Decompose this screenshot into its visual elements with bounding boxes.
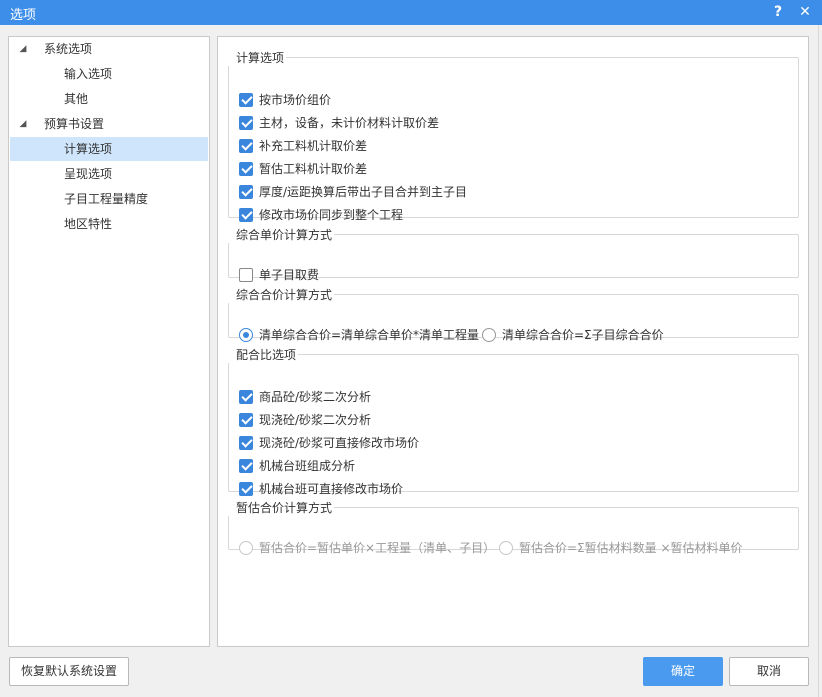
radio-label-list-times-qty[interactable]: 清单综合合价=清单综合单价*清单工程量 (259, 325, 479, 345)
tree-item-label: 计算选项 (64, 142, 113, 156)
radio-label-sum-subitems[interactable]: 清单综合合价=Σ子目综合合价 (502, 325, 664, 345)
tree-item-label: 输入选项 (64, 67, 113, 81)
settings-panel: 计算选项 按市场价组价 主材，设备，未计价材料计取价差 补充工料机计取价差 暂估… (217, 36, 809, 647)
checkbox-label: 暂估工料机计取价差 (259, 162, 368, 176)
restore-defaults-button[interactable]: 恢复默认系统设置 (9, 657, 129, 686)
checkbox-label: 按市场价组价 (259, 93, 332, 107)
checkbox-checked-icon[interactable] (239, 436, 253, 450)
calc-options-group: 计算选项 按市场价组价 主材，设备，未计价材料计取价差 补充工料机计取价差 暂估… (228, 49, 799, 222)
checkbox-checked-icon[interactable] (239, 93, 253, 107)
group-title: 计算选项 (236, 51, 285, 65)
provisional-price-group: 暂估合价计算方式 暂估合价=暂估单价×工程量（清单、子目） 暂估合价=Σ暂估材料… (228, 499, 799, 555)
checkbox-label: 现浇砼/砂浆可直接修改市场价 (259, 436, 420, 450)
mix-ratio-group: 配合比选项 商品砼/砂浆二次分析 现浇砼/砂浆二次分析 现浇砼/砂浆可直接修改市… (228, 346, 799, 496)
tree-item-system-options[interactable]: ◢ 系统选项 (10, 37, 208, 61)
checkbox-checked-icon[interactable] (239, 139, 253, 153)
checkbox-label: 单子目取费 (259, 268, 320, 282)
checkbox-label: 现浇砼/砂浆二次分析 (259, 413, 372, 427)
close-button[interactable]: ✕ (795, 2, 815, 22)
tree-item-input-options[interactable]: 输入选项 (10, 62, 208, 86)
checkbox-checked-icon[interactable] (239, 459, 253, 473)
checkbox-checked-icon[interactable] (239, 482, 253, 496)
checkbox-checked-icon[interactable] (239, 390, 253, 404)
help-button[interactable]: ? (768, 2, 788, 22)
provisional-radio-group: 暂估合价=暂估单价×工程量（清单、子目） 暂估合价=Σ暂估材料数量 ×暂估材料单… (239, 538, 799, 558)
radio-selected-icon[interactable] (239, 328, 253, 342)
tree-item-label: 系统选项 (44, 42, 93, 56)
group-title: 暂估合价计算方式 (236, 501, 333, 515)
options-tree: ◢ 系统选项 输入选项 其他 ◢ 预算书设置 计算选项 呈现选项 子目工程量精度… (8, 36, 210, 647)
unit-price-group: 综合单价计算方式 单子目取费 (228, 226, 799, 282)
ok-button[interactable]: 确定 (643, 657, 723, 686)
radio-disabled-icon (499, 541, 513, 555)
total-price-group: 综合合价计算方式 清单综合合价=清单综合单价*清单工程量 清单综合合价=Σ子目综… (228, 286, 799, 342)
tree-item-quantity-precision[interactable]: 子目工程量精度 (10, 187, 208, 211)
checkbox-checked-icon[interactable] (239, 162, 253, 176)
group-title: 综合合价计算方式 (236, 288, 333, 302)
checkbox-unchecked-icon[interactable] (239, 268, 253, 282)
tree-item-other[interactable]: 其他 (10, 87, 208, 111)
checkbox-checked-icon[interactable] (239, 413, 253, 427)
expand-caret-icon[interactable]: ◢ (17, 112, 29, 136)
title-bar: 选项 ? ✕ (0, 0, 822, 25)
expand-caret-icon[interactable]: ◢ (17, 37, 29, 61)
checkbox-label: 机械台班组成分析 (259, 459, 356, 473)
radio-label-provisional-qty: 暂估合价=暂估单价×工程量（清单、子目） (259, 541, 496, 555)
total-price-radio-group: 清单综合合价=清单综合单价*清单工程量 清单综合合价=Σ子目综合合价 (239, 325, 799, 345)
group-title: 综合单价计算方式 (236, 228, 333, 242)
checkbox-checked-icon[interactable] (239, 208, 253, 222)
tree-item-display-options[interactable]: 呈现选项 (10, 162, 208, 186)
window-edge (818, 25, 822, 697)
radio-disabled-icon (239, 541, 253, 555)
tree-item-label: 预算书设置 (44, 117, 105, 131)
group-title: 配合比选项 (236, 348, 297, 362)
tree-item-label: 其他 (64, 92, 89, 106)
tree-item-label: 子目工程量精度 (64, 192, 149, 206)
dialog-body: ◢ 系统选项 输入选项 其他 ◢ 预算书设置 计算选项 呈现选项 子目工程量精度… (0, 25, 822, 697)
tree-item-budget-settings[interactable]: ◢ 预算书设置 (10, 112, 208, 136)
tree-item-calc-options[interactable]: 计算选项 (10, 137, 208, 161)
checkbox-label: 主材，设备，未计价材料计取价差 (259, 116, 440, 130)
checkbox-label: 补充工料机计取价差 (259, 139, 368, 153)
cancel-button[interactable]: 取消 (729, 657, 809, 686)
tree-item-label: 呈现选项 (64, 167, 113, 181)
checkbox-checked-icon[interactable] (239, 116, 253, 130)
radio-unselected-icon[interactable] (482, 328, 496, 342)
checkbox-checked-icon[interactable] (239, 185, 253, 199)
checkbox-label: 修改市场价同步到整个工程 (259, 208, 404, 222)
checkbox-label: 商品砼/砂浆二次分析 (259, 390, 372, 404)
tree-item-label: 地区特性 (64, 217, 113, 231)
checkbox-label: 机械台班可直接修改市场价 (259, 482, 404, 496)
tree-item-region-features[interactable]: 地区特性 (10, 212, 208, 236)
radio-label-provisional-sum: 暂估合价=Σ暂估材料数量 ×暂估材料单价 (519, 541, 743, 555)
window-title: 选项 (10, 8, 37, 23)
checkbox-label: 厚度/运距换算后带出子目合并到主子目 (259, 185, 468, 199)
